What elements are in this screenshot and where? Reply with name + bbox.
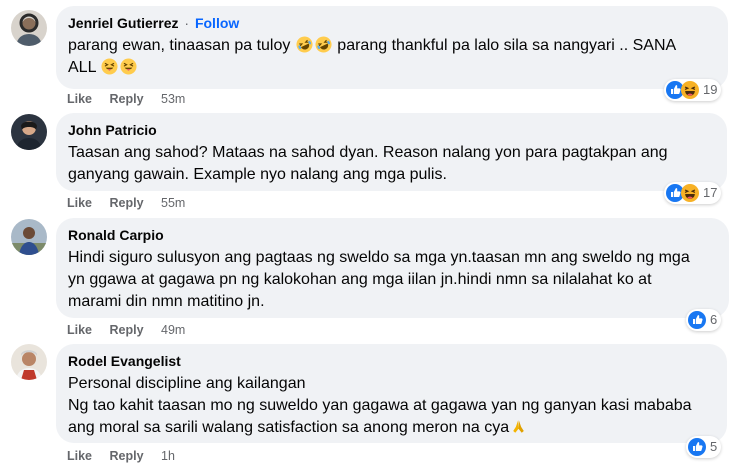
reply-button[interactable]: Reply bbox=[110, 323, 144, 337]
comment-line: marami din nmn matitino jn. bbox=[68, 293, 265, 310]
avatar[interactable] bbox=[11, 114, 47, 150]
like-button[interactable]: Like bbox=[67, 196, 92, 210]
comment-actions: Like Reply 49m bbox=[67, 322, 185, 338]
reaction-summary[interactable]: 17 bbox=[664, 182, 722, 204]
comment-timestamp[interactable]: 55m bbox=[161, 196, 185, 210]
comment-line: yn ggawa at gagawa pn ng kalokohan ang m… bbox=[68, 271, 652, 288]
comment-line: parang ewan, tinaasan pa tuloy parang th… bbox=[68, 35, 716, 57]
commenter-name[interactable]: Jenriel Gutierrez bbox=[68, 15, 179, 31]
like-button[interactable]: Like bbox=[67, 323, 92, 337]
comment-text: Personal discipline ang kailangan Ng tao… bbox=[68, 373, 715, 439]
rofl-emoji-icon bbox=[315, 36, 332, 53]
avatar[interactable] bbox=[11, 10, 47, 46]
comment-header: Rodel Evangelist bbox=[68, 352, 715, 370]
reaction-summary[interactable]: 5 bbox=[686, 436, 722, 458]
separator-dot: · bbox=[184, 15, 190, 31]
comment-header: Jenriel Gutierrez · Follow bbox=[68, 14, 716, 32]
reaction-summary[interactable]: 6 bbox=[686, 309, 722, 331]
haha-icon bbox=[681, 184, 699, 202]
comment-bubble: Rodel Evangelist Personal discipline ang… bbox=[56, 344, 727, 443]
comment-bubble: Jenriel Gutierrez · Follow parang ewan, … bbox=[56, 6, 728, 89]
comment-line: ALL bbox=[68, 57, 716, 79]
like-button[interactable]: Like bbox=[67, 449, 92, 463]
comment-actions: Like Reply 53m bbox=[67, 91, 185, 107]
haha-icon bbox=[681, 81, 699, 99]
comment-line: ganyang gawain. Example nyo nalang ang m… bbox=[68, 166, 447, 183]
comment-line-text: ang moral sa sarili walang satisfaction … bbox=[68, 419, 510, 436]
comment-timestamp[interactable]: 49m bbox=[161, 323, 185, 337]
comment-text: parang ewan, tinaasan pa tuloy parang th… bbox=[68, 35, 716, 79]
rofl-emoji-icon bbox=[296, 36, 313, 53]
reaction-count: 6 bbox=[710, 312, 718, 327]
comment-text: Hindi siguro sulusyon ang pagtaas ng swe… bbox=[68, 247, 717, 313]
comment-actions: Like Reply 1h bbox=[67, 448, 175, 464]
reaction-count: 17 bbox=[703, 185, 718, 200]
comment-line-text: parang thankful pa lalo sila sa nangyari… bbox=[337, 37, 677, 54]
comment-header: Ronald Carpio bbox=[68, 226, 717, 244]
comment-line-text: ALL bbox=[68, 59, 96, 76]
commenter-name[interactable]: Ronald Carpio bbox=[68, 227, 164, 243]
comment-bubble: Ronald Carpio Hindi siguro sulusyon ang … bbox=[56, 218, 729, 318]
comment-header: John Patricio bbox=[68, 121, 715, 139]
reaction-count: 19 bbox=[703, 82, 718, 97]
reaction-summary[interactable]: 19 bbox=[664, 79, 722, 101]
comment-line: Hindi siguro sulusyon ang pagtaas ng swe… bbox=[68, 249, 690, 266]
commenter-name[interactable]: Rodel Evangelist bbox=[68, 353, 181, 369]
comment-timestamp[interactable]: 53m bbox=[161, 92, 185, 106]
follow-button[interactable]: Follow bbox=[195, 15, 239, 31]
like-button[interactable]: Like bbox=[67, 92, 92, 106]
reply-button[interactable]: Reply bbox=[110, 92, 144, 106]
comment-timestamp[interactable]: 1h bbox=[161, 449, 175, 463]
avatar[interactable] bbox=[11, 219, 47, 255]
squinting-tongue-emoji-icon bbox=[101, 58, 118, 75]
comment-line: Ng tao kahit taasan mo ng suweldo yan ga… bbox=[68, 397, 692, 414]
folded-hands-emoji-icon bbox=[510, 418, 527, 435]
reply-button[interactable]: Reply bbox=[110, 196, 144, 210]
comment-text: Taasan ang sahod? Mataas na sahod dyan. … bbox=[68, 142, 715, 186]
comment-actions: Like Reply 55m bbox=[67, 195, 185, 211]
squinting-tongue-emoji-icon bbox=[120, 58, 137, 75]
reaction-count: 5 bbox=[710, 439, 718, 454]
comment-line: ang moral sa sarili walang satisfaction … bbox=[68, 417, 715, 439]
reply-button[interactable]: Reply bbox=[110, 449, 144, 463]
avatar[interactable] bbox=[11, 344, 47, 380]
comment-line: Personal discipline ang kailangan bbox=[68, 375, 306, 392]
comment-bubble: John Patricio Taasan ang sahod? Mataas n… bbox=[56, 113, 727, 191]
comment-line: Taasan ang sahod? Mataas na sahod dyan. … bbox=[68, 144, 668, 161]
comment-line-text: parang ewan, tinaasan pa tuloy bbox=[68, 37, 291, 54]
commenter-name[interactable]: John Patricio bbox=[68, 122, 157, 138]
like-icon bbox=[688, 311, 706, 329]
like-icon bbox=[688, 438, 706, 456]
